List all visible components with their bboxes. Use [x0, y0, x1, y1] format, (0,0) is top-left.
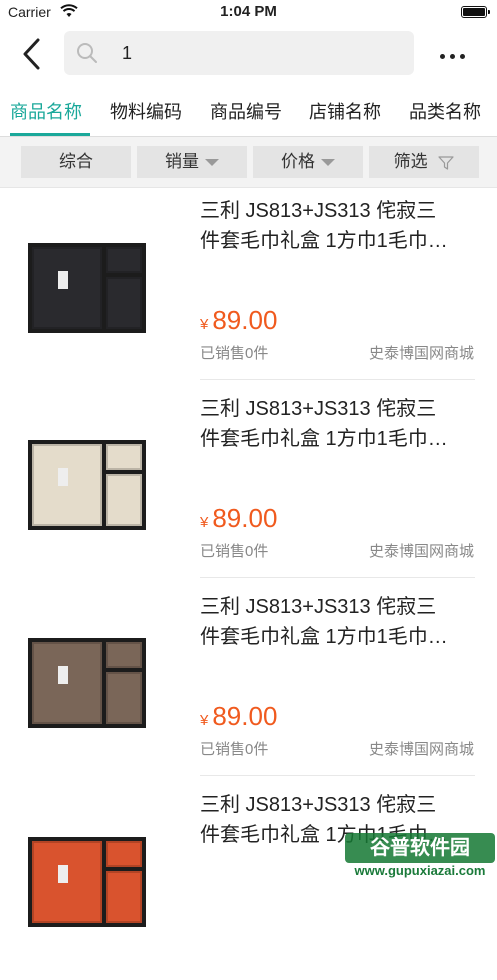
product-price: ¥89.00	[200, 701, 277, 732]
product-image	[28, 243, 146, 333]
shop-name[interactable]: 史泰博国网商城	[369, 540, 474, 561]
search-query: 1	[122, 43, 133, 63]
watermark-logo-text: 谷普软件园	[345, 833, 495, 863]
search-icon	[77, 43, 97, 63]
sort-comprehensive-label: 综合	[59, 152, 93, 171]
currency-symbol: ¥	[200, 316, 209, 333]
product-title-line1: 三利 JS813+JS313 侘寂三	[200, 398, 437, 420]
clock: 1:04 PM	[220, 3, 277, 20]
product-title-line1: 三利 JS813+JS313 侘寂三	[200, 794, 437, 816]
filter-funnel-icon	[438, 155, 454, 170]
product-title-line1: 三利 JS813+JS313 侘寂三	[200, 200, 437, 222]
towel-small	[106, 444, 142, 470]
product-title-line2: 件套毛巾礼盒 1方巾1毛巾…	[200, 626, 448, 648]
tab-shop-name[interactable]: 店铺名称	[309, 98, 381, 124]
status-bar: Carrier 1:04 PM	[0, 0, 497, 26]
search-category-tabs: 商品名称 物料编码 商品编号 店铺名称 品类名称	[0, 84, 497, 137]
currency-symbol: ¥	[200, 514, 209, 531]
product-title-line2: 件套毛巾礼盒 1方巾1毛巾…	[200, 230, 448, 252]
sort-sales-button[interactable]: 销量	[137, 146, 247, 178]
back-chevron-icon[interactable]	[18, 36, 48, 72]
product-item[interactable]: 三利 JS813+JS313 侘寂三 件套毛巾礼盒 1方巾1毛巾…	[0, 782, 497, 980]
price-value: 89.00	[212, 701, 278, 731]
item-divider	[200, 379, 475, 380]
product-image	[28, 440, 146, 530]
product-title-line2: 件套毛巾礼盒 1方巾1毛巾…	[200, 428, 448, 450]
search-input[interactable]: 1	[64, 31, 414, 75]
active-tab-indicator	[10, 133, 90, 136]
price-value: 89.00	[212, 503, 278, 533]
tab-product-name[interactable]: 商品名称	[10, 98, 82, 124]
product-title-line1: 三利 JS813+JS313 侘寂三	[200, 596, 437, 618]
towel-label-tag	[58, 271, 68, 289]
product-item[interactable]: 三利 JS813+JS313 侘寂三 件套毛巾礼盒 1方巾1毛巾… ¥89.00…	[0, 584, 497, 782]
more-options-icon[interactable]	[440, 46, 472, 59]
towel-small	[106, 841, 142, 867]
towel-label-tag	[58, 666, 68, 684]
site-watermark: 谷普软件园 www.gupuxiazai.com	[345, 833, 495, 881]
tab-material-code[interactable]: 物料编码	[110, 98, 182, 124]
product-item[interactable]: 三利 JS813+JS313 侘寂三 件套毛巾礼盒 1方巾1毛巾… ¥89.00…	[0, 188, 497, 386]
sort-comprehensive-button[interactable]: 综合	[21, 146, 131, 178]
towel-medium	[106, 474, 142, 526]
item-divider	[200, 577, 475, 578]
product-title: 三利 JS813+JS313 侘寂三 件套毛巾礼盒 1方巾1毛巾…	[200, 196, 480, 256]
price-value: 89.00	[212, 305, 278, 335]
towel-label-tag	[58, 865, 68, 883]
product-image	[28, 638, 146, 728]
product-price: ¥89.00	[200, 305, 277, 336]
product-title: 三利 JS813+JS313 侘寂三 件套毛巾礼盒 1方巾1毛巾…	[200, 592, 480, 652]
watermark-url: www.gupuxiazai.com	[354, 863, 486, 878]
towel-small	[106, 642, 142, 668]
product-image	[28, 837, 146, 927]
currency-symbol: ¥	[200, 712, 209, 729]
dropdown-arrow-icon	[321, 159, 335, 167]
tab-category-name[interactable]: 品类名称	[409, 98, 481, 124]
product-title: 三利 JS813+JS313 侘寂三 件套毛巾礼盒 1方巾1毛巾…	[200, 394, 480, 454]
towel-small	[106, 247, 142, 273]
tab-product-number[interactable]: 商品编号	[210, 98, 282, 124]
navigation-bar: 1	[0, 26, 497, 82]
product-price: ¥89.00	[200, 503, 277, 534]
sort-sales-label: 销量	[165, 152, 199, 171]
sold-count: 已销售0件	[200, 741, 269, 758]
sort-price-button[interactable]: 价格	[253, 146, 363, 178]
sold-count: 已销售0件	[200, 543, 269, 560]
sort-bar: 综合 销量 价格 筛选	[0, 137, 497, 188]
shop-name[interactable]: 史泰博国网商城	[369, 342, 474, 363]
item-divider	[200, 775, 475, 776]
towel-medium	[106, 672, 142, 724]
filter-label: 筛选	[393, 152, 428, 171]
towel-label-tag	[58, 468, 68, 486]
shop-name[interactable]: 史泰博国网商城	[369, 738, 474, 759]
towel-medium	[106, 277, 142, 329]
sold-count: 已销售0件	[200, 345, 269, 362]
product-item[interactable]: 三利 JS813+JS313 侘寂三 件套毛巾礼盒 1方巾1毛巾… ¥89.00…	[0, 386, 497, 584]
sort-price-label: 价格	[281, 152, 315, 171]
filter-button[interactable]: 筛选	[369, 146, 479, 178]
dropdown-arrow-icon	[205, 159, 219, 167]
towel-medium	[106, 871, 142, 923]
battery-icon	[461, 6, 490, 18]
